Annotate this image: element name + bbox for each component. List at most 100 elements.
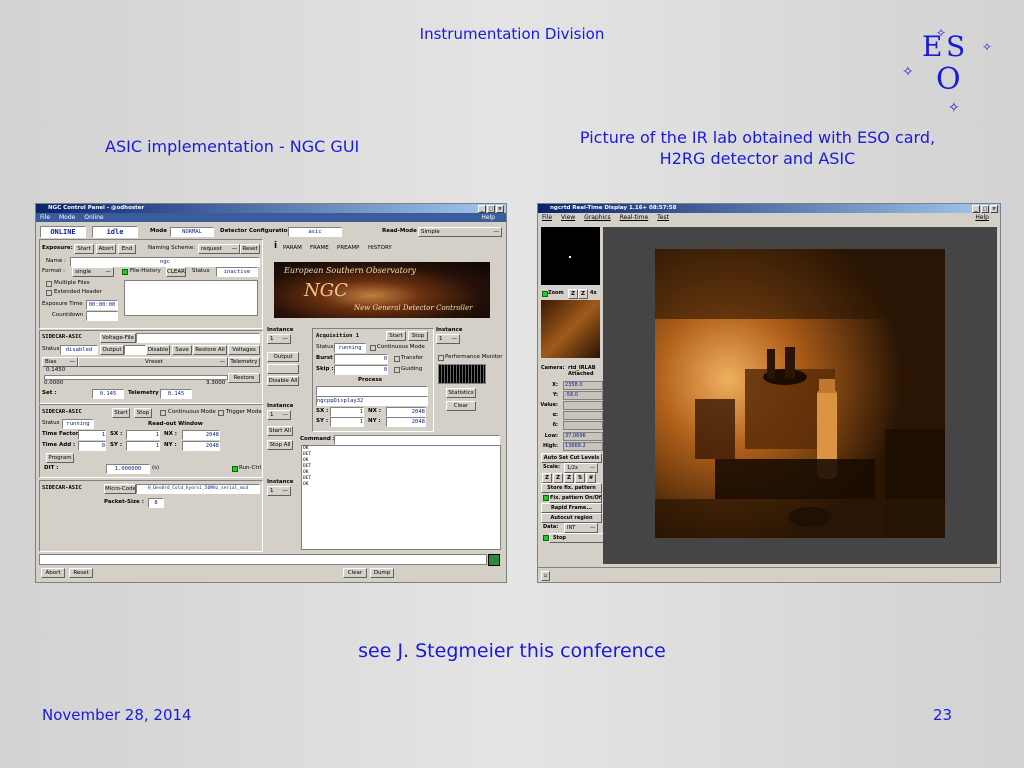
acq-ny-value[interactable]: 2048	[386, 417, 426, 427]
nx-value[interactable]: 2048	[182, 430, 220, 440]
tab-history[interactable]: HISTORY	[368, 244, 392, 252]
format-select[interactable]: single	[72, 267, 114, 277]
dit-value[interactable]: 1.000000	[106, 464, 150, 474]
micro-code-button[interactable]: Micro-Code	[104, 484, 136, 494]
skip-value[interactable]: 0	[334, 365, 388, 375]
close-button[interactable]: ×	[496, 205, 504, 213]
maximize-button[interactable]: □	[487, 205, 495, 213]
sidecar1-disable-button[interactable]: Disable	[146, 345, 170, 355]
tab-preamp[interactable]: PREAMP	[337, 244, 359, 252]
start-all-button[interactable]: Start All	[267, 426, 293, 436]
exposure-start-button[interactable]: Start	[74, 244, 94, 254]
time-add-value[interactable]: 0	[78, 441, 106, 451]
sx-value[interactable]: 1	[126, 430, 160, 440]
menu-graphics[interactable]: Graphics	[584, 214, 611, 221]
voltage-file-field[interactable]	[136, 333, 260, 343]
instance-select[interactable]: 1	[267, 410, 291, 420]
tab-frame[interactable]: FRAME	[310, 244, 329, 252]
ny-value[interactable]: 2048	[182, 441, 220, 451]
acq-start-button[interactable]: Start	[386, 331, 406, 341]
name-field[interactable]: ngc	[70, 257, 260, 267]
menu-file[interactable]: File	[40, 214, 50, 221]
transfer-checkbox[interactable]	[394, 356, 400, 362]
abort-button[interactable]: Abort	[41, 568, 65, 578]
autocut-region-button[interactable]: Autocut region	[541, 513, 602, 523]
performance-monitor-checkbox[interactable]	[438, 355, 444, 361]
micro-code-field[interactable]: H_Dev8rd_Cold_hyorsi_50MHz_serial_mcd	[136, 484, 260, 494]
close-button[interactable]: ×	[990, 205, 998, 213]
menu-view[interactable]: View	[561, 214, 575, 221]
minimize-button[interactable]: _	[972, 205, 980, 213]
multiple-files-checkbox[interactable]	[46, 281, 52, 287]
lock-icon[interactable]	[488, 554, 500, 566]
disable-all-button[interactable]: Disable All	[267, 376, 299, 386]
sidecar2-continuous-checkbox[interactable]	[160, 410, 166, 416]
exposure-end-button[interactable]: End	[118, 244, 136, 254]
voltage-file-button[interactable]: Voltage-File	[100, 333, 136, 343]
high-value[interactable]: 13668.2	[563, 442, 603, 451]
menu-help[interactable]: Help	[975, 213, 989, 222]
trigger-mode-checkbox[interactable]	[218, 410, 224, 416]
program-button[interactable]: Program	[46, 453, 74, 463]
blank-button[interactable]	[267, 364, 299, 374]
acq-continuous-checkbox[interactable]	[370, 345, 376, 351]
command-input[interactable]	[334, 435, 500, 445]
sy-value[interactable]: 1	[126, 441, 160, 451]
stop-button[interactable]: Stop	[549, 533, 605, 543]
pan-view[interactable]	[541, 227, 600, 285]
minimize-button[interactable]: _	[478, 205, 486, 213]
readmode-select[interactable]: Simple	[418, 227, 502, 237]
sidecar2-start-button[interactable]: Start	[112, 408, 130, 418]
status-toggle-icon[interactable]: ▫	[541, 571, 550, 581]
rapid-frame-button[interactable]: Rapid Frame...	[541, 503, 602, 513]
zoom-in-icon[interactable]: Z	[568, 289, 578, 299]
guiding-checkbox[interactable]	[394, 367, 400, 373]
data-select[interactable]: INT	[564, 523, 598, 533]
restore-button[interactable]: Restore	[228, 373, 260, 383]
naming-scheme-select[interactable]: request	[198, 244, 240, 254]
acq-clear-button[interactable]: Clear	[446, 401, 476, 411]
clear-history-button[interactable]: CLEAR	[166, 267, 186, 277]
acq-stop-button[interactable]: Stop	[408, 331, 428, 341]
reset-button[interactable]: Reset	[240, 244, 260, 254]
tab-param[interactable]: PARAM	[283, 244, 302, 252]
packet-size-value[interactable]: 8	[148, 498, 164, 508]
statistics-button[interactable]: Statistics	[446, 388, 476, 398]
vreset-select[interactable]: Vreset	[78, 357, 228, 367]
store-fix-pattern-button[interactable]: Store fix. pattern	[541, 483, 602, 493]
process-field[interactable]	[316, 386, 428, 396]
exposure-abort-button[interactable]: Abort	[96, 244, 116, 254]
image-area[interactable]	[603, 227, 997, 564]
time-factor-value[interactable]: 1	[78, 430, 106, 440]
zoom-out-icon[interactable]: Z	[553, 473, 563, 483]
maximize-button[interactable]: □	[981, 205, 989, 213]
dump-button[interactable]: Dump	[370, 568, 394, 578]
sidecar1-save-button[interactable]: Save	[172, 345, 192, 355]
sidecar2-stop-button[interactable]: Stop	[134, 408, 152, 418]
auto-cut-levels-button[interactable]: Auto Set Cut Levels	[541, 453, 602, 463]
burst-value[interactable]: 0	[334, 354, 388, 364]
stop-all-button[interactable]: Stop All	[267, 440, 293, 450]
clear-bottom-button[interactable]: Clear	[343, 568, 367, 578]
instance-select[interactable]: 1	[436, 334, 460, 344]
flip-icon[interactable]: Z	[564, 473, 574, 483]
scale-select[interactable]: 1/2x	[564, 463, 598, 473]
zoom-in-icon[interactable]: Z	[542, 473, 552, 483]
voltages-button[interactable]: Voltages	[228, 345, 260, 355]
file-history-list[interactable]	[124, 280, 258, 316]
menu-mode[interactable]: Mode	[59, 214, 75, 221]
instance-select[interactable]: 1	[267, 334, 291, 344]
menu-online[interactable]: Online	[84, 214, 103, 221]
menu-help[interactable]: Help	[481, 213, 495, 222]
zoom-out-icon[interactable]: Z	[578, 289, 588, 299]
acq-sx-value[interactable]: 1	[330, 407, 364, 417]
extended-header-checkbox[interactable]	[46, 290, 52, 296]
grid-icon[interactable]: #	[586, 473, 596, 483]
menu-realtime[interactable]: Real-time	[620, 214, 649, 221]
set-value[interactable]: 0.145	[92, 389, 124, 399]
menu-test[interactable]: Test	[657, 214, 669, 221]
low-value[interactable]: 37.0696	[563, 432, 603, 441]
reset-bottom-button[interactable]: Reset	[69, 568, 93, 578]
menu-file[interactable]: File	[542, 214, 552, 221]
voltage-slider[interactable]	[44, 375, 228, 380]
